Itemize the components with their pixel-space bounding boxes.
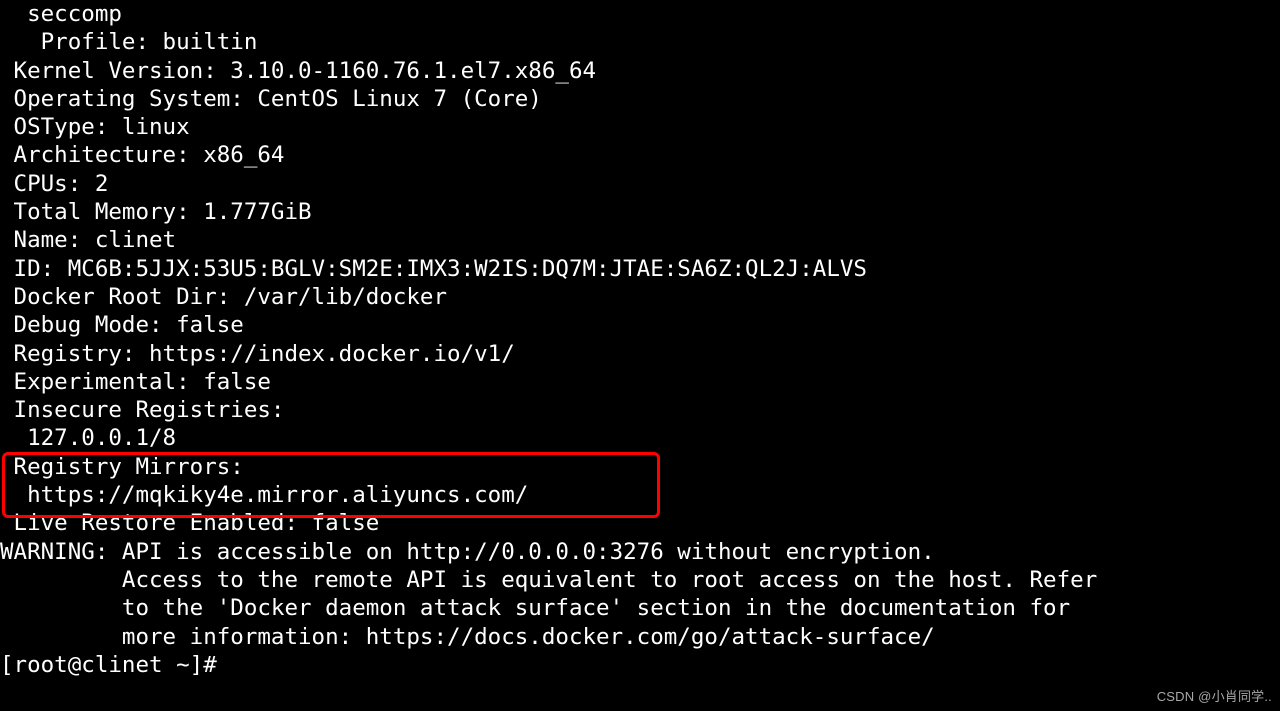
terminal-line: [root@clinet ~]# — [0, 651, 1280, 679]
terminal-line: more information: https://docs.docker.co… — [0, 623, 1280, 651]
terminal-line: OSType: linux — [0, 113, 1280, 141]
terminal-line: Total Memory: 1.777GiB — [0, 198, 1280, 226]
terminal-line: Operating System: CentOS Linux 7 (Core) — [0, 85, 1280, 113]
terminal-line: Insecure Registries: — [0, 396, 1280, 424]
terminal-line: ID: MC6B:5JJX:53U5:BGLV:SM2E:IMX3:W2IS:D… — [0, 255, 1280, 283]
terminal-line: Registry: https://index.docker.io/v1/ — [0, 340, 1280, 368]
terminal-line: to the 'Docker daemon attack surface' se… — [0, 594, 1280, 622]
terminal-output: seccomp Profile: builtin Kernel Version:… — [0, 0, 1280, 679]
terminal-line: Kernel Version: 3.10.0-1160.76.1.el7.x86… — [0, 57, 1280, 85]
terminal-line: Access to the remote API is equivalent t… — [0, 566, 1280, 594]
terminal-line: 127.0.0.1/8 — [0, 424, 1280, 452]
terminal-line: Profile: builtin — [0, 28, 1280, 56]
terminal-line: Docker Root Dir: /var/lib/docker — [0, 283, 1280, 311]
terminal-line: Live Restore Enabled: false — [0, 509, 1280, 537]
terminal-line: Debug Mode: false — [0, 311, 1280, 339]
terminal-line: Experimental: false — [0, 368, 1280, 396]
terminal-line: CPUs: 2 — [0, 170, 1280, 198]
terminal-line: seccomp — [0, 0, 1280, 28]
terminal-line: Name: clinet — [0, 226, 1280, 254]
terminal-line: Registry Mirrors: — [0, 453, 1280, 481]
terminal-line: Architecture: x86_64 — [0, 141, 1280, 169]
terminal-line: WARNING: API is accessible on http://0.0… — [0, 538, 1280, 566]
terminal-line: https://mqkiky4e.mirror.aliyuncs.com/ — [0, 481, 1280, 509]
watermark: CSDN @小肖同学.. — [1157, 686, 1272, 705]
